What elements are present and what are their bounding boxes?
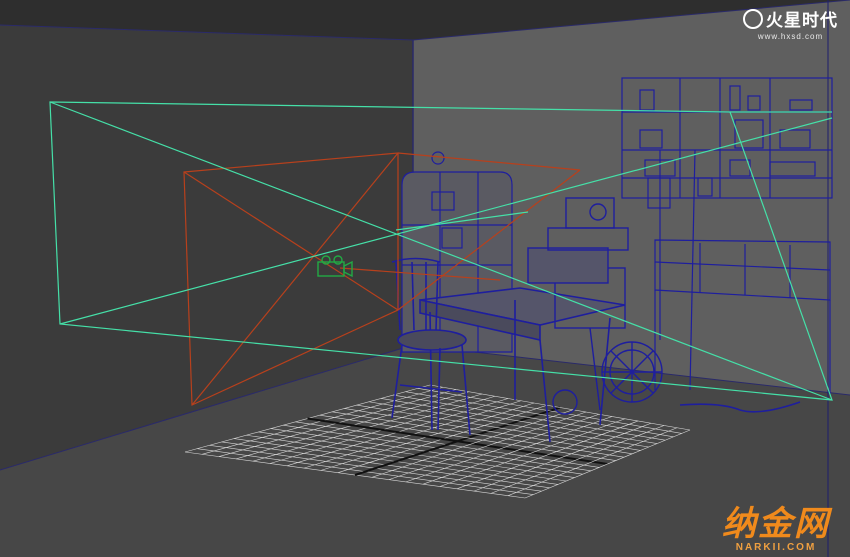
scene-canvas[interactable] xyxy=(0,0,850,557)
hxsd-brand-text: 火星时代 xyxy=(766,11,838,31)
narkii-url: NARKII.COM xyxy=(735,542,817,553)
maya-viewport[interactable]: 火星时代 www.hxsd.com 纳金网 NARKII.COM xyxy=(0,0,850,557)
hxsd-url: www.hxsd.com xyxy=(757,32,824,41)
narkii-watermark: 纳金网 NARKII.COM xyxy=(722,506,830,553)
hxsd-watermark: 火星时代 www.hxsd.com xyxy=(743,6,838,41)
narkii-brand-text: 纳金网 xyxy=(722,504,830,544)
hxsd-logo-icon xyxy=(743,8,763,29)
